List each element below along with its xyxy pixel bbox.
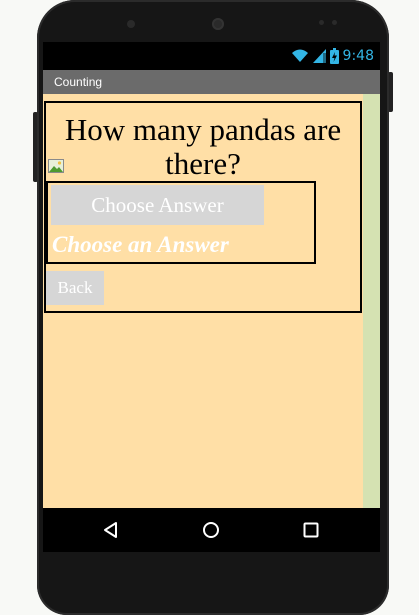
status-time: 9:48: [342, 48, 374, 64]
signal-icon: [312, 49, 326, 63]
app-title: Counting: [54, 75, 103, 89]
proximity-sensor-icon: [319, 20, 324, 25]
answer-arrangement: Choose Answer Choose an Answer: [46, 181, 316, 264]
recent-apps-square-icon[interactable]: [301, 520, 321, 540]
choose-answer-button[interactable]: Choose Answer: [51, 185, 264, 225]
screen-content: How many pandas are there? Choose Answer…: [43, 94, 380, 508]
app-title-bar: Counting: [43, 70, 380, 94]
screen: 9:48 Counting How many pandas are there?…: [43, 42, 380, 552]
device-frame: 9:48 Counting How many pandas are there?…: [0, 0, 419, 615]
bottom-bezel: [37, 552, 389, 615]
question-label: How many pandas are there?: [64, 112, 342, 181]
back-triangle-icon[interactable]: [101, 520, 121, 540]
front-sensor-icon: [127, 20, 135, 28]
battery-charging-icon: [329, 48, 339, 64]
wifi-icon: [291, 49, 308, 62]
back-button[interactable]: Back: [46, 271, 104, 305]
right-strip: [363, 94, 380, 508]
broken-image-icon: [48, 159, 64, 173]
status-bar: 9:48: [43, 42, 380, 70]
top-bezel: [37, 0, 389, 42]
question-arrangement: How many pandas are there? Choose Answer…: [44, 101, 362, 313]
choose-answer-label: Choose an Answer: [52, 232, 229, 257]
status-icons: 9:48: [291, 47, 374, 65]
light-sensor-icon: [332, 20, 337, 25]
front-camera-icon: [212, 18, 224, 30]
navigation-bar: [43, 508, 380, 552]
home-circle-icon[interactable]: [201, 520, 221, 540]
